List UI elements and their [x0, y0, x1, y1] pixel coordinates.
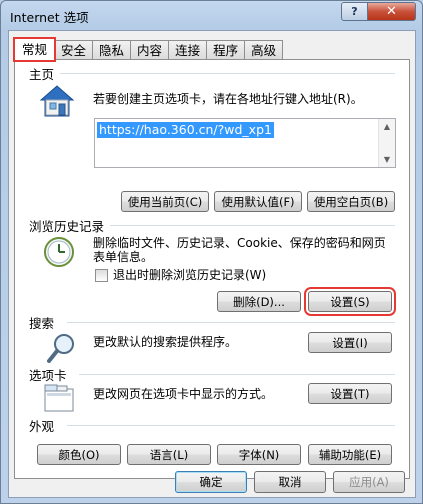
fonts-button[interactable]: 字体(N)	[217, 444, 301, 465]
search-description: 更改默认的搜索提供程序。	[93, 335, 238, 349]
homepage-url-value: https://hao.360.cn/?wd_xp1	[97, 122, 274, 138]
appearance-divider	[67, 425, 395, 426]
help-button[interactable]: ?	[341, 2, 368, 21]
delete-on-exit-checkbox[interactable]	[95, 269, 108, 282]
use-blank-button[interactable]: 使用空白页(B)	[307, 191, 395, 212]
tabs-divider	[79, 374, 395, 375]
accessibility-button[interactable]: 辅助功能(E)	[308, 444, 392, 465]
tabs-icon	[44, 384, 74, 412]
scroll-down-icon[interactable]: ▼	[384, 155, 390, 164]
scroll-up-icon[interactable]: ▲	[384, 122, 390, 131]
dialog-client: 常规 安全 隐私 内容 连接 程序 高级 主页 若要创建主页选项卡，请在各地址行…	[8, 30, 416, 498]
appearance-title: 外观	[29, 416, 61, 435]
tab-strip: 常规 安全 隐私 内容 连接 程序 高级	[12, 37, 284, 62]
house-icon	[39, 85, 75, 117]
window-title: Internet 选项	[10, 10, 89, 25]
delete-history-button[interactable]: 删除(D)...	[217, 291, 301, 312]
history-title: 浏览历史记录	[29, 216, 111, 235]
use-default-button[interactable]: 使用默认值(F)	[214, 191, 302, 212]
internet-options-window: Internet 选项 ? ✕ 常规 安全 隐私 内容 连接 程序 高级 主页 …	[0, 0, 423, 504]
tab-advanced[interactable]: 高级	[244, 40, 284, 60]
search-settings-button[interactable]: 设置(I)	[308, 332, 392, 353]
use-current-button[interactable]: 使用当前页(C)	[121, 191, 209, 212]
delete-on-exit-label: 退出时删除浏览历史记录(W)	[113, 268, 267, 282]
homepage-title: 主页	[29, 64, 61, 83]
tabs-section-title: 选项卡	[29, 365, 73, 384]
history-description-line2: 表单信息。	[93, 250, 154, 264]
tab-content[interactable]: 内容	[130, 40, 170, 60]
homepage-divider	[55, 73, 395, 74]
close-button[interactable]: ✕	[367, 2, 416, 21]
tab-programs[interactable]: 程序	[206, 40, 246, 60]
ok-button[interactable]: 确定	[175, 471, 247, 493]
tab-connections[interactable]: 连接	[168, 40, 208, 60]
languages-button[interactable]: 语言(L)	[127, 444, 211, 465]
history-description-line1: 删除临时文件、历史记录、Cookie、保存的密码和网页	[93, 236, 386, 250]
apply-button[interactable]: 应用(A)	[333, 471, 405, 493]
tab-security[interactable]: 安全	[54, 40, 94, 60]
history-clock-icon	[44, 237, 74, 267]
url-scrollbar[interactable]: ▲ ▼	[378, 119, 395, 167]
tab-general[interactable]: 常规	[12, 37, 57, 62]
tab-privacy[interactable]: 隐私	[92, 40, 132, 60]
search-divider	[67, 322, 395, 323]
history-settings-button[interactable]: 设置(S)	[304, 287, 396, 316]
homepage-url-input[interactable]: https://hao.360.cn/?wd_xp1 ▲ ▼	[94, 118, 396, 168]
history-divider	[105, 225, 395, 226]
tabs-settings-button[interactable]: 设置(T)	[308, 383, 392, 404]
homepage-description: 若要创建主页选项卡，请在各地址行键入地址(R)。	[93, 92, 363, 106]
general-panel: 主页 若要创建主页选项卡，请在各地址行键入地址(R)。 https://hao.…	[14, 59, 410, 479]
colors-button[interactable]: 颜色(O)	[37, 444, 121, 465]
magnifier-icon	[47, 334, 74, 363]
search-title: 搜索	[29, 313, 61, 332]
tabs-description: 更改网页在选项卡中显示的方式。	[93, 387, 274, 401]
cancel-button[interactable]: 取消	[254, 471, 326, 493]
